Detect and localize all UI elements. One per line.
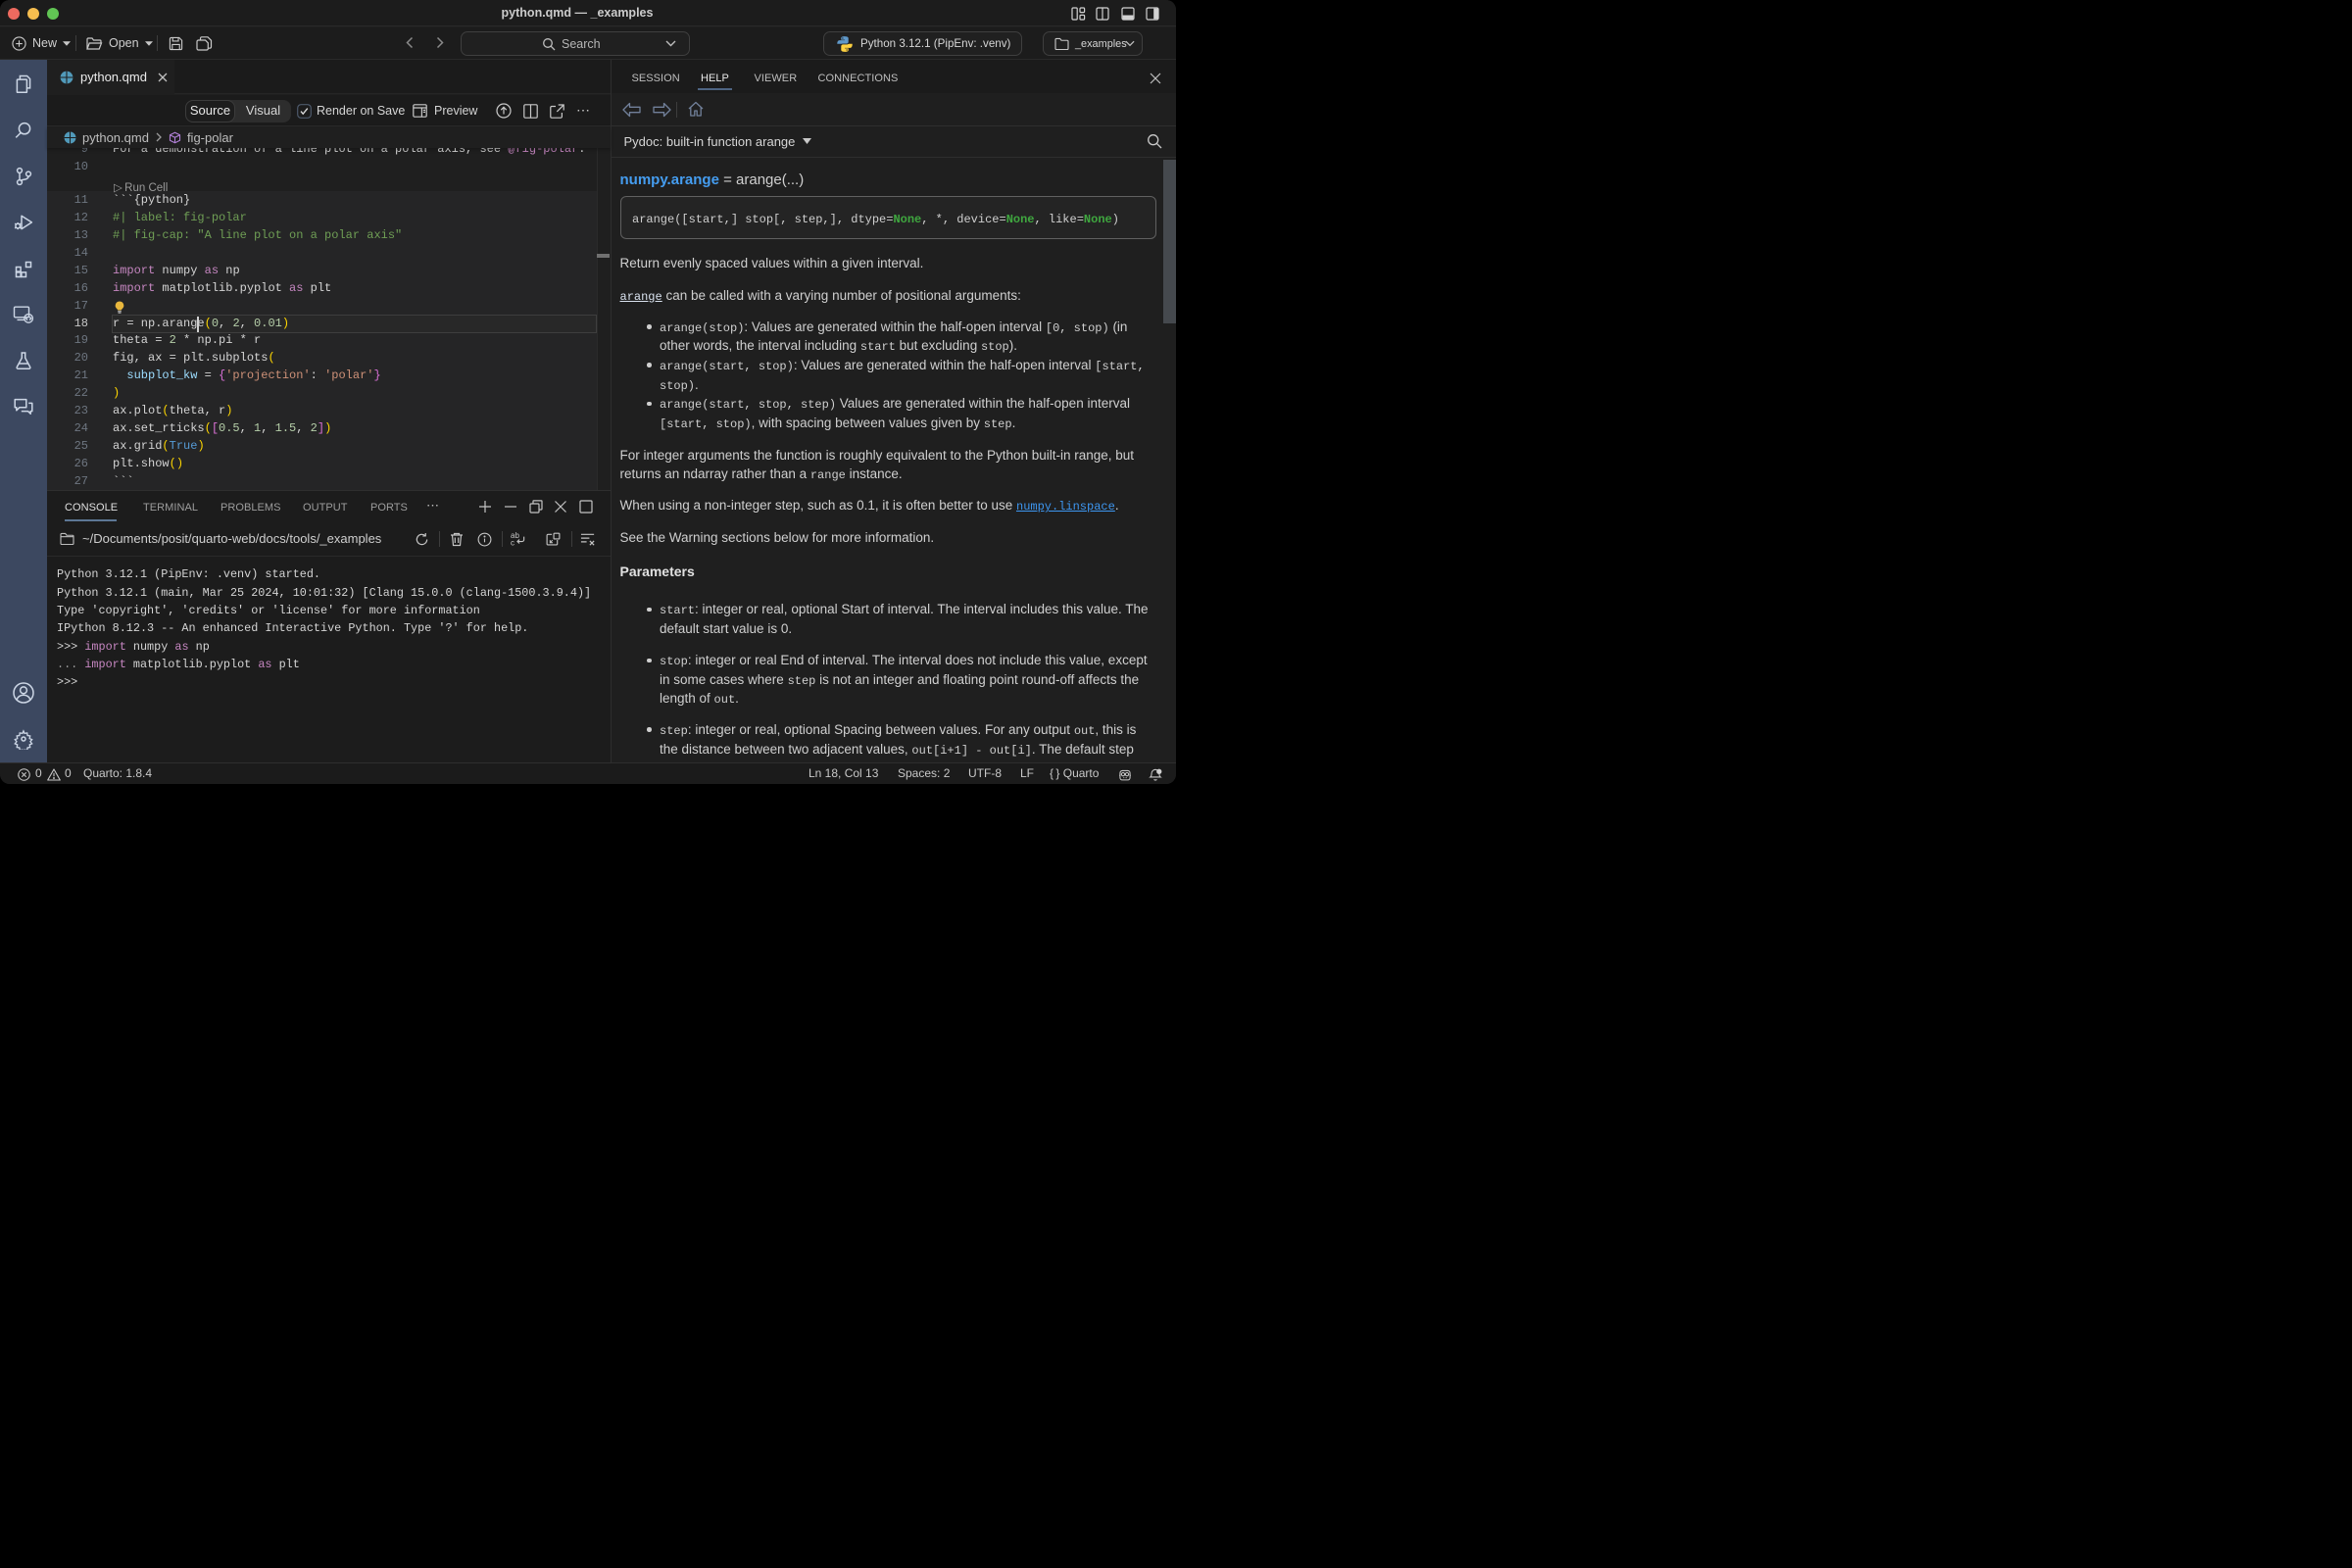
svg-text:c: c — [511, 539, 514, 547]
